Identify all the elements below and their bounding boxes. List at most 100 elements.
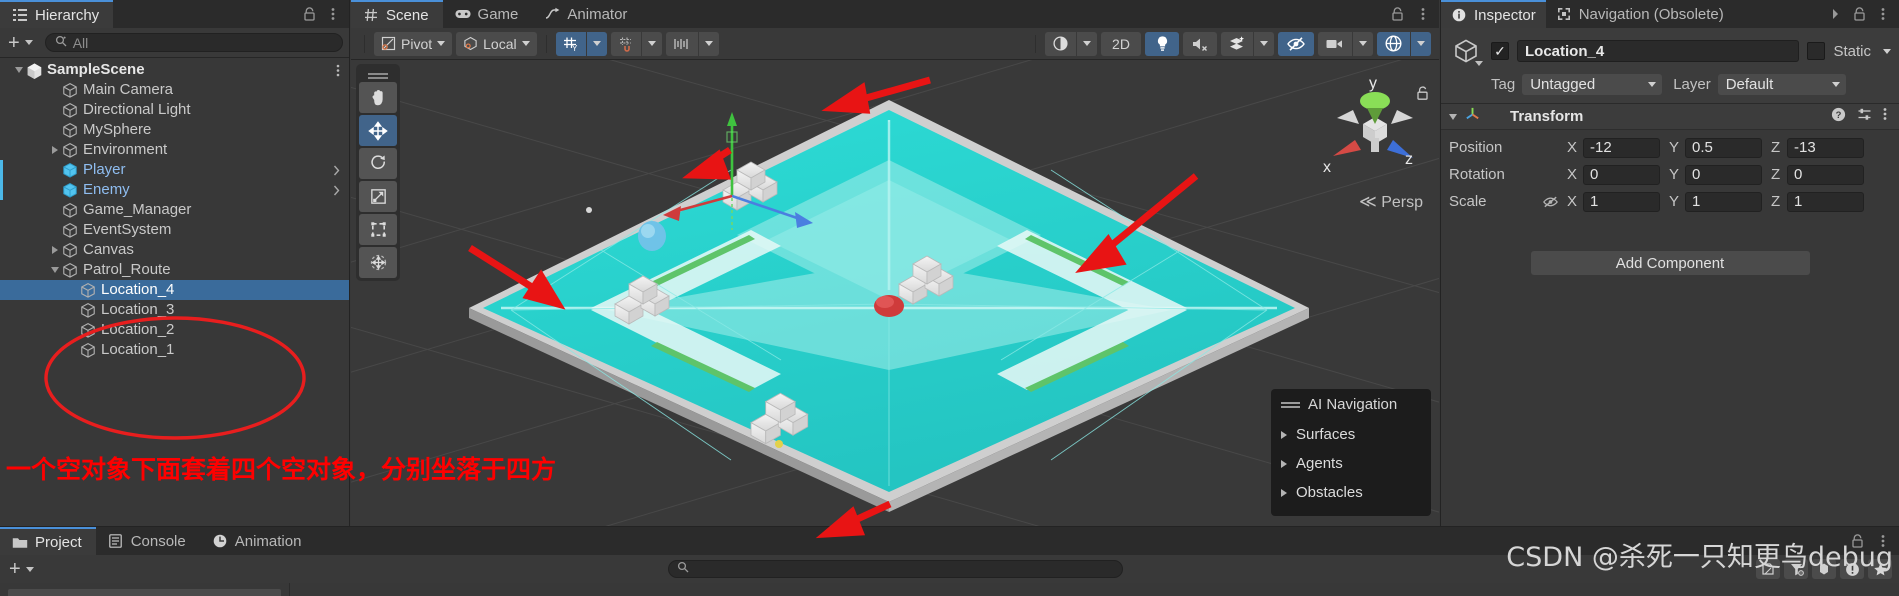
hierarchy-item-location-3[interactable]: Location_3 xyxy=(0,300,349,320)
gizmos-dropdown[interactable] xyxy=(1411,31,1431,56)
project-tree-scrollbar[interactable] xyxy=(8,589,281,596)
camera-settings-dropdown[interactable] xyxy=(1353,31,1373,56)
hierarchy-item-location-4[interactable]: Location_4 xyxy=(0,280,349,300)
hierarchy-item-enemy[interactable]: Enemy xyxy=(0,180,349,200)
hierarchy-item-patrol-route[interactable]: Patrol_Route xyxy=(0,260,349,280)
gizmo-lock-icon[interactable] xyxy=(1416,86,1429,104)
hierarchy-item-player[interactable]: Player xyxy=(0,160,349,180)
component-menu-icon[interactable] xyxy=(1883,107,1887,126)
rotation-y-field[interactable]: 0 xyxy=(1685,164,1762,185)
preset-icon[interactable] xyxy=(1857,107,1872,127)
grid-snapping-button[interactable] xyxy=(610,31,641,56)
scene-projection-label[interactable]: ≪ Persp xyxy=(1359,192,1423,212)
tab-project[interactable]: Project xyxy=(0,527,96,555)
overlay-grip-icon[interactable] xyxy=(1281,402,1300,404)
chevron-down-icon[interactable] xyxy=(48,260,61,280)
constrain-proportions-icon[interactable] xyxy=(1541,194,1567,209)
hierarchy-search-input[interactable]: All xyxy=(44,33,343,52)
tab-game[interactable]: Game xyxy=(442,0,533,28)
lock-icon[interactable] xyxy=(302,7,316,21)
project-asset-grid[interactable] xyxy=(290,583,1899,596)
gameobject-enabled-checkbox[interactable]: ✓ xyxy=(1491,42,1509,60)
static-checkbox[interactable] xyxy=(1807,42,1826,60)
project-folder-tree[interactable] xyxy=(0,583,290,596)
project-search-input[interactable] xyxy=(668,560,1124,578)
tab-navigation-obsolete[interactable]: Navigation (Obsolete) xyxy=(1545,0,1734,28)
lock-icon[interactable] xyxy=(1852,7,1866,21)
grid-axis-dropdown[interactable] xyxy=(586,31,607,56)
camera-settings-button[interactable] xyxy=(1318,31,1352,56)
scale-tool[interactable] xyxy=(359,181,397,212)
scene-visibility-toggle[interactable] xyxy=(1278,31,1314,56)
gameobject-name-field[interactable]: Location_4 xyxy=(1517,40,1800,62)
ai-navigation-header[interactable]: AI Navigation xyxy=(1271,394,1431,420)
tab-animation[interactable]: Animation xyxy=(199,527,316,555)
static-dropdown-icon[interactable] xyxy=(1883,48,1891,54)
lock-icon[interactable] xyxy=(1390,7,1404,21)
hierarchy-item-samplescene[interactable]: SampleScene xyxy=(0,60,349,80)
pivot-mode-button[interactable]: Pivot xyxy=(374,31,453,56)
shading-mode-dropdown[interactable] xyxy=(1077,31,1097,56)
effects-dropdown[interactable] xyxy=(1254,31,1274,56)
prefab-open-icon[interactable] xyxy=(333,185,349,196)
scale-z-field[interactable]: 1 xyxy=(1787,191,1864,212)
rotate-tool[interactable] xyxy=(359,148,397,179)
project-browser-body[interactable] xyxy=(0,583,1899,596)
rect-tool[interactable] xyxy=(359,214,397,245)
position-y-field[interactable]: 0.5 xyxy=(1685,137,1762,158)
chevron-right-icon[interactable] xyxy=(48,140,61,160)
panel-menu-icon[interactable] xyxy=(1876,7,1890,21)
scene-audio-toggle[interactable] xyxy=(1183,31,1217,56)
grid-snapping-dropdown[interactable] xyxy=(641,31,662,56)
hierarchy-item-location-2[interactable]: Location_2 xyxy=(0,320,349,340)
position-z-field[interactable]: -13 xyxy=(1787,137,1864,158)
hierarchy-menu-icon[interactable] xyxy=(326,7,340,21)
rotation-x-field[interactable]: 0 xyxy=(1583,164,1660,185)
hierarchy-item-location-1[interactable]: Location_1 xyxy=(0,340,349,360)
scene-context-menu-icon[interactable] xyxy=(336,64,349,77)
gizmos-toggle-button[interactable] xyxy=(1377,31,1410,56)
tab-console[interactable]: Console xyxy=(95,527,200,555)
snap-increment-dropdown[interactable] xyxy=(698,31,719,56)
tab-overflow-icon[interactable] xyxy=(1828,7,1842,21)
toggle-2d-button[interactable]: 2D xyxy=(1101,31,1141,56)
snap-increment-button[interactable] xyxy=(665,31,698,56)
handle-rotation-button[interactable]: Local xyxy=(456,31,537,56)
effects-toggle-button[interactable] xyxy=(1221,31,1253,56)
hierarchy-item-canvas[interactable]: Canvas xyxy=(0,240,349,260)
tab-hierarchy[interactable]: Hierarchy xyxy=(0,0,114,28)
tab-scene[interactable]: Scene xyxy=(351,0,443,28)
rotation-z-field[interactable]: 0 xyxy=(1787,164,1864,185)
scene-viewport[interactable]: y x z ≪ Persp AI Navigation Surfaces Agen… xyxy=(351,60,1439,526)
help-icon[interactable]: ? xyxy=(1831,107,1846,127)
tab-animator[interactable]: Animator xyxy=(532,0,642,28)
tag-dropdown[interactable]: Untagged xyxy=(1522,74,1663,95)
panel-menu-icon[interactable] xyxy=(1416,7,1430,21)
position-x-field[interactable]: -12 xyxy=(1583,137,1660,158)
prefab-open-icon[interactable] xyxy=(333,165,349,176)
add-component-button[interactable]: Add Component xyxy=(1530,251,1810,275)
ai-nav-item-agents[interactable]: Agents xyxy=(1271,449,1431,478)
hierarchy-item-main-camera[interactable]: Main Camera xyxy=(0,80,349,100)
tool-palette-grip[interactable] xyxy=(359,67,397,80)
scene-lighting-toggle[interactable] xyxy=(1145,31,1179,56)
layer-dropdown[interactable]: Default xyxy=(1717,74,1846,95)
chevron-down-icon[interactable] xyxy=(12,60,25,80)
scene-orientation-gizmo[interactable]: y x z xyxy=(1309,72,1428,202)
grid-axis-button[interactable]: Y xyxy=(555,31,586,56)
hierarchy-item-game-manager[interactable]: Game_Manager xyxy=(0,200,349,220)
create-object-button[interactable]: + xyxy=(6,33,35,53)
hand-tool[interactable] xyxy=(359,82,397,113)
project-create-button[interactable]: + xyxy=(7,559,36,579)
hierarchy-item-mysphere[interactable]: MySphere xyxy=(0,120,349,140)
ai-nav-item-obstacles[interactable]: Obstacles xyxy=(1271,478,1431,507)
scale-y-field[interactable]: 1 xyxy=(1685,191,1762,212)
tab-inspector[interactable]: Inspector xyxy=(1441,0,1546,28)
hierarchy-item-directional-light[interactable]: Directional Light xyxy=(0,100,349,120)
ai-nav-item-surfaces[interactable]: Surfaces xyxy=(1271,420,1431,449)
hierarchy-item-environment[interactable]: Environment xyxy=(0,140,349,160)
transform-tool[interactable] xyxy=(359,247,397,278)
shading-mode-button[interactable] xyxy=(1045,31,1076,56)
hierarchy-item-eventsystem[interactable]: EventSystem xyxy=(0,220,349,240)
chevron-right-icon[interactable] xyxy=(48,240,61,260)
